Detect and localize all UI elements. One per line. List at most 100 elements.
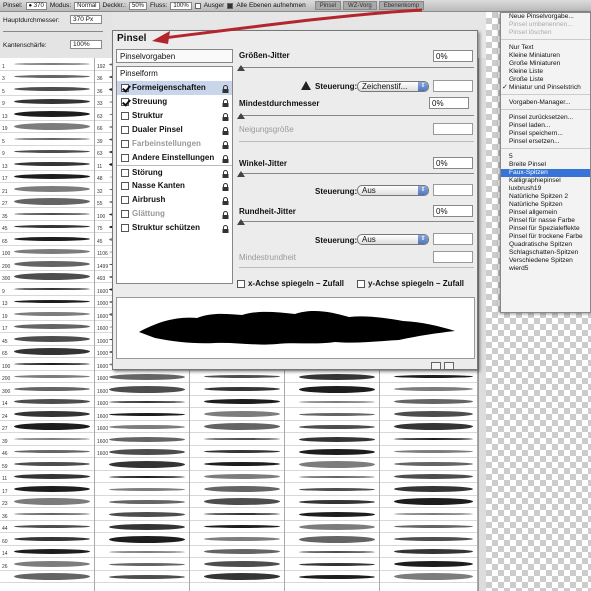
brush-preset[interactable]: 21 <box>0 183 94 196</box>
brush-preset[interactable]: 1600 <box>95 371 189 383</box>
menu-item[interactable]: Kleine Miniaturen <box>501 52 590 60</box>
neigungsgroesse-field[interactable] <box>433 123 473 135</box>
brush-preset[interactable] <box>285 533 379 546</box>
brush-preset[interactable] <box>190 421 284 433</box>
brush-preset[interactable]: 1600 <box>95 433 189 446</box>
brush-preset[interactable] <box>285 396 379 408</box>
durchmesser-field[interactable]: 370 Px <box>70 15 102 24</box>
brush-preset[interactable] <box>190 371 284 383</box>
brush-preset[interactable] <box>285 471 379 483</box>
brush-preset[interactable] <box>380 521 477 533</box>
menu-item[interactable]: Neue Pinselvorgabe... <box>501 13 590 21</box>
brush-option-6[interactable]: Andere Einstellungen <box>117 151 232 165</box>
brush-preset[interactable] <box>285 483 379 496</box>
brush-preset[interactable] <box>380 458 477 471</box>
brush-preset[interactable] <box>190 458 284 471</box>
menu-item[interactable]: Pinsel umbenennen... <box>501 21 590 29</box>
brush-preset[interactable] <box>285 571 379 583</box>
brush-option-1[interactable]: Formeigenschaften <box>117 81 232 95</box>
brush-preset[interactable]: 45 <box>0 221 94 233</box>
x-spiegeln-option[interactable]: x-Achse spiegeln – Zufall <box>237 279 344 288</box>
menu-item[interactable]: luxbrush19 <box>501 185 590 193</box>
brush-preset[interactable]: 5 <box>0 83 94 96</box>
brush-preset[interactable] <box>380 483 477 496</box>
brush-preset[interactable]: 200 <box>0 371 94 383</box>
menu-item[interactable]: Pinsel löschen <box>501 29 590 37</box>
brush-preset[interactable] <box>95 571 189 583</box>
brush-preset[interactable] <box>285 521 379 533</box>
y-spiegeln-checkbox[interactable] <box>357 279 365 288</box>
brush-preset[interactable]: 1600 <box>95 383 189 396</box>
brush-preset[interactable] <box>190 508 284 521</box>
brush-preset[interactable]: 59 <box>0 458 94 471</box>
brush-preset[interactable] <box>380 571 477 583</box>
brush-preset[interactable]: 35 <box>0 208 94 221</box>
steuerung-select-2[interactable]: Aus ⇕ <box>357 185 429 196</box>
menu-item[interactable]: Quadratische Spitzen <box>501 241 590 249</box>
lock-icon[interactable] <box>222 196 229 205</box>
brush-preset[interactable] <box>95 546 189 558</box>
menu-item[interactable]: Pinsel speichern... <box>501 130 590 138</box>
brush-preset[interactable] <box>190 533 284 546</box>
brush-preset[interactable]: 1 <box>0 58 94 71</box>
option-checkbox[interactable] <box>121 168 129 177</box>
slider-knob[interactable] <box>237 65 245 71</box>
mindestrundheit-field[interactable] <box>433 251 473 263</box>
brush-preset[interactable] <box>380 396 477 408</box>
menu-item[interactable]: wierd5 <box>501 265 590 273</box>
option-checkbox[interactable] <box>121 196 129 204</box>
brush-grid-scrollbar[interactable] <box>478 58 486 591</box>
brush-option-0[interactable]: Pinselform <box>117 67 232 81</box>
x-spiegeln-checkbox[interactable] <box>237 279 245 288</box>
brush-preset[interactable]: 65 <box>0 233 94 246</box>
brush-preset[interactable]: 36 <box>0 508 94 521</box>
modus-select[interactable]: Normal <box>74 1 100 10</box>
brush-preset[interactable] <box>95 483 189 496</box>
lock-icon[interactable] <box>222 98 229 107</box>
brush-preset[interactable]: 1600 <box>95 408 189 421</box>
brush-preset[interactable] <box>95 508 189 521</box>
brush-preset[interactable] <box>0 571 94 583</box>
brush-preset[interactable] <box>190 383 284 396</box>
brush-preset[interactable] <box>285 408 379 421</box>
brush-preset[interactable]: 17 <box>0 171 94 183</box>
brush-preset[interactable]: 23 <box>0 496 94 508</box>
brush-preset[interactable]: 26 <box>0 558 94 571</box>
brush-option-8[interactable]: Nasse Kanten <box>117 179 232 193</box>
brush-preset[interactable]: 9 <box>0 146 94 158</box>
lock-icon[interactable] <box>222 140 229 149</box>
lock-icon[interactable] <box>222 84 229 93</box>
menu-item[interactable]: Kalligraphiepinsel <box>501 177 590 185</box>
brush-option-9[interactable]: Airbrush <box>117 193 232 207</box>
trash-icon[interactable] <box>444 362 454 370</box>
lock-icon[interactable] <box>222 154 229 163</box>
deckkraft-field[interactable]: 50% <box>128 1 147 10</box>
option-checkbox[interactable] <box>121 140 129 148</box>
menu-item[interactable]: Nur Text <box>501 44 590 52</box>
steuerung-extra-field-3[interactable] <box>433 233 473 245</box>
menu-item[interactable]: Faux-Spitzen <box>501 169 590 177</box>
brush-preset[interactable]: 1600 <box>95 396 189 408</box>
brush-preset[interactable]: 1600 <box>95 446 189 458</box>
brush-preset[interactable] <box>380 546 477 558</box>
menu-item[interactable]: Pinsel für nasse Farbe <box>501 217 590 225</box>
brush-preset[interactable] <box>380 508 477 521</box>
menu-item[interactable]: 5 <box>501 153 590 161</box>
brush-preset[interactable] <box>380 433 477 446</box>
brush-preset[interactable] <box>95 458 189 471</box>
brush-preset[interactable] <box>190 408 284 421</box>
brush-preset[interactable] <box>380 371 477 383</box>
menu-item[interactable]: Schlagschatten-Spitzen <box>501 249 590 257</box>
menu-item[interactable]: Natürliche Spitzen <box>501 201 590 209</box>
brush-preset[interactable] <box>190 496 284 508</box>
steuerung-extra-field-1[interactable] <box>433 80 473 92</box>
mindestdurchmesser-slider[interactable] <box>237 112 474 119</box>
menu-item[interactable]: Pinsel für Spezialeffekte <box>501 225 590 233</box>
brush-preset[interactable]: 300 <box>0 271 94 283</box>
brush-preset[interactable] <box>285 496 379 508</box>
brush-preset[interactable]: 1600 <box>95 421 189 433</box>
brush-preset-picker[interactable]: ● 370 <box>25 1 47 10</box>
brush-preset[interactable] <box>190 471 284 483</box>
rundheit-jitter-slider[interactable] <box>237 218 474 225</box>
lock-icon[interactable] <box>222 169 229 178</box>
